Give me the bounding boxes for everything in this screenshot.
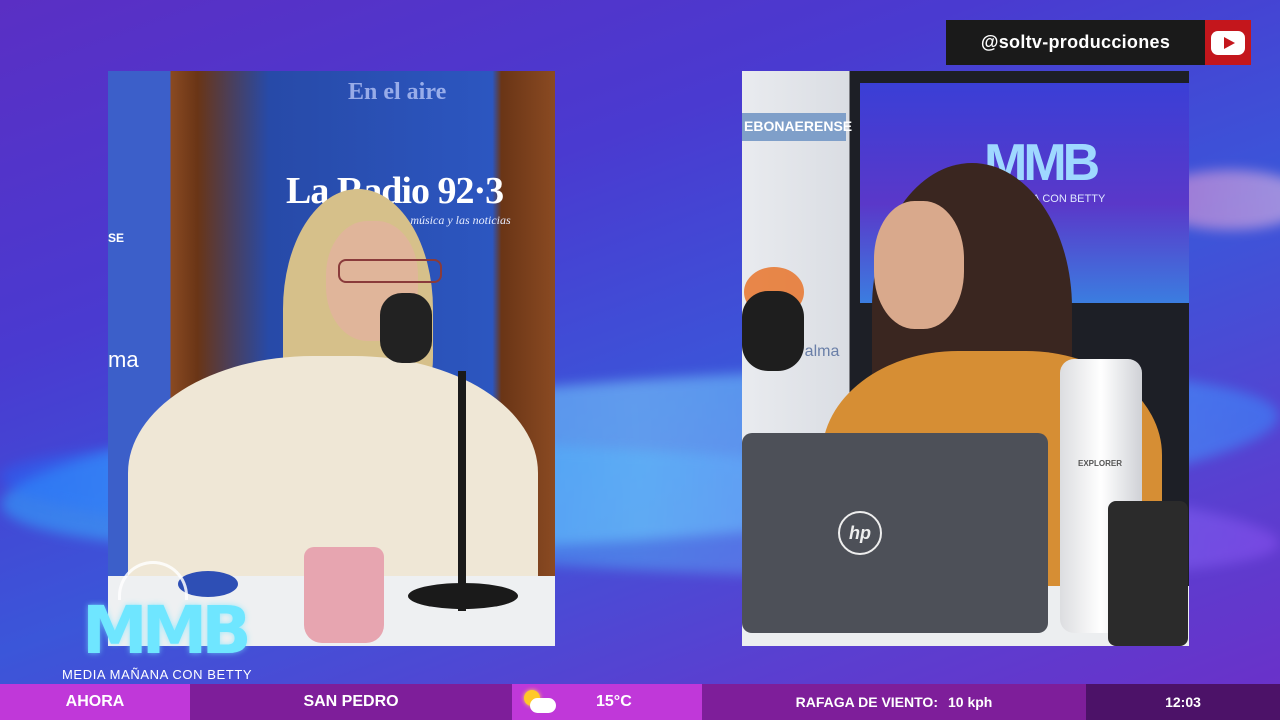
- youtube-badge: [1205, 20, 1251, 65]
- wall-sign-text: EBONAERENSE: [744, 118, 853, 134]
- thermos: [1108, 501, 1188, 646]
- studio-banner-sub: la música y las noticias: [398, 213, 511, 227]
- microphone-icon: [380, 293, 432, 363]
- bottle-label: EXPLORER: [1078, 459, 1123, 468]
- ticker-city: SAN PEDRO: [190, 684, 512, 720]
- left-video-panel: En el aire La Radio 92·3 la música y las…: [108, 71, 555, 646]
- brand-logo: MMB: [82, 592, 252, 669]
- ticker-time: 12:03: [1086, 684, 1280, 720]
- ticker-weather: 15°C: [512, 684, 702, 720]
- ticker-now: AHORA: [0, 684, 190, 720]
- studio-side-text: ma: [108, 347, 139, 372]
- microphone-icon: [742, 291, 804, 371]
- right-video-panel: MMB AÑANA CON BETTY EBONAERENSE Palma hp…: [742, 71, 1189, 646]
- channel-handle: @soltv-producciones: [946, 20, 1251, 65]
- studio-side-text: SE: [108, 231, 125, 245]
- news-ticker: AHORA SAN PEDRO 15°C RAFAGA DE VIENTO: 1…: [0, 684, 1280, 720]
- youtube-icon: [1211, 30, 1245, 55]
- mic-base: [408, 583, 518, 609]
- ticker-wind: RAFAGA DE VIENTO: 10 kph: [702, 684, 1086, 720]
- glasses: [338, 259, 442, 283]
- studio-banner-top: En el aire: [348, 79, 447, 105]
- mic-stand: [458, 371, 466, 611]
- ticker-wind-label: RAFAGA DE VIENTO:: [795, 694, 938, 710]
- ticker-wind-value: 10 kph: [948, 694, 993, 710]
- hp-logo-icon: hp: [838, 511, 882, 555]
- laptop: [742, 433, 1048, 633]
- channel-handle-text: @soltv-producciones: [946, 20, 1205, 65]
- pink-mug: [304, 547, 384, 643]
- brand-subtitle: MEDIA MAÑANA CON BETTY: [62, 667, 253, 682]
- partly-cloudy-icon: [520, 689, 556, 715]
- ticker-temperature: 15°C: [596, 693, 632, 710]
- cohost-face: [874, 201, 964, 329]
